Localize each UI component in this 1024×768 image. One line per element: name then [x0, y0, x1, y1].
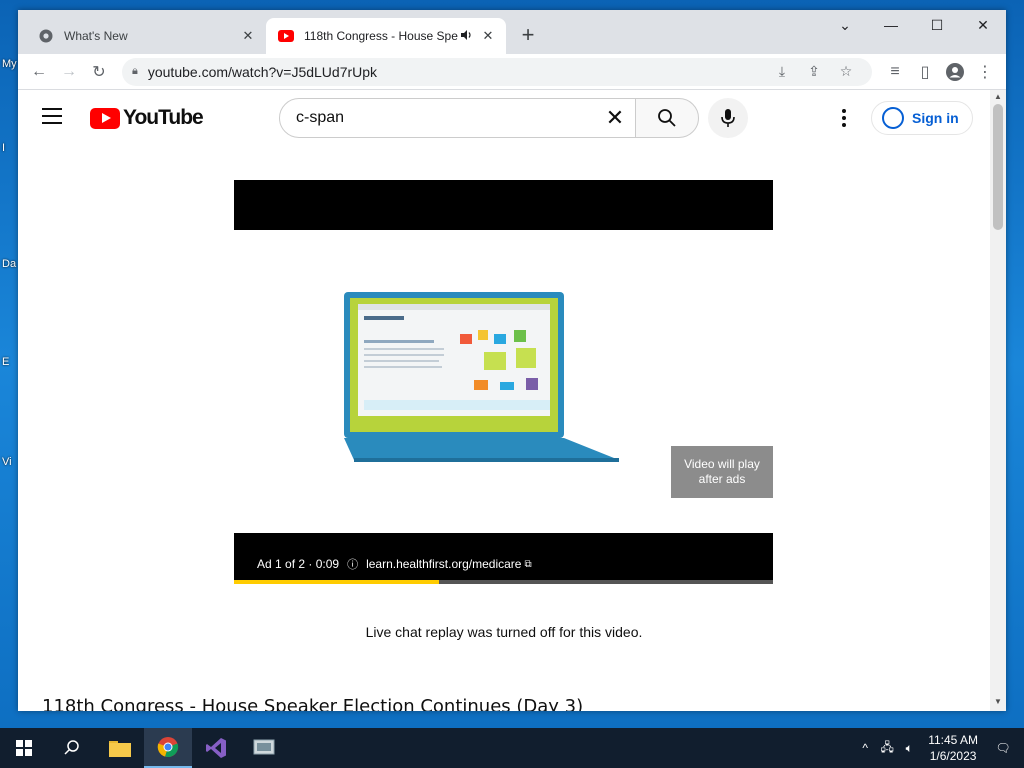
ad-progress-bar[interactable] — [234, 580, 773, 584]
bookmark-star-icon[interactable]: ☆ — [830, 63, 862, 80]
maximize-button[interactable]: ☐ — [914, 10, 960, 40]
show-hidden-icons-icon[interactable]: ^ — [854, 741, 876, 755]
guide-menu-icon[interactable] — [42, 108, 62, 124]
video-player[interactable]: Video will play after ads Ad 1 of 2 · 0:… — [234, 180, 773, 584]
tab-title: What's New — [64, 29, 128, 43]
side-panel-icon[interactable]: ▯ — [910, 58, 940, 86]
browser-toolbar: ← → ↻ 🔒︎ youtube.com/watch?v=J5dLUd7rUpk… — [18, 54, 1006, 90]
taskbar-search-icon[interactable] — [48, 728, 96, 768]
youtube-favicon-icon — [278, 28, 294, 44]
profile-avatar-icon[interactable] — [940, 58, 970, 86]
scroll-up-arrow-icon[interactable]: ▲ — [990, 92, 1006, 104]
media-control-icon[interactable]: ≡ — [880, 58, 910, 86]
volume-icon[interactable]: 🔈︎ — [898, 741, 920, 756]
desktop-icon-label[interactable]: Vi — [2, 456, 12, 468]
install-app-icon[interactable]: ⤓ — [766, 63, 798, 80]
new-tab-button[interactable]: + — [516, 24, 540, 48]
network-icon[interactable]: 🖧︎ — [876, 738, 898, 759]
system-tray: ^ 🖧︎ 🔈︎ 11:45 AM 1/6/2023 🗨︎ — [854, 728, 1024, 768]
tab-whats-new[interactable]: What's New ✕ — [26, 18, 266, 54]
desktop-icon-label[interactable]: My — [2, 58, 17, 70]
sign-in-button[interactable]: Sign in — [871, 101, 973, 135]
tab-title: 118th Congress - House Spe — [304, 29, 458, 43]
file-explorer-icon[interactable] — [96, 728, 144, 768]
browser-menu-icon[interactable]: ⋮ — [970, 58, 1000, 86]
search-icon — [658, 109, 676, 127]
windows-logo-icon — [16, 740, 32, 756]
address-bar[interactable]: 🔒︎ youtube.com/watch?v=J5dLUd7rUpk ⤓ ⇪ ☆ — [122, 57, 872, 86]
youtube-wordmark: YouTube — [123, 106, 204, 129]
ad-laptop-image — [344, 292, 619, 462]
clock[interactable]: 11:45 AM 1/6/2023 — [928, 732, 978, 764]
youtube-logo[interactable]: YouTube — [90, 106, 204, 130]
youtube-page: YouTube c-span ✕ Sign in Video will play… — [18, 90, 990, 711]
start-button[interactable] — [0, 728, 48, 768]
share-icon[interactable]: ⇪ — [798, 63, 830, 80]
microphone-icon — [721, 109, 735, 127]
sign-in-label: Sign in — [912, 110, 959, 126]
browser-window: What's New ✕ 118th Congress - House Spe … — [18, 10, 1006, 711]
desktop-icon-label[interactable]: Da — [2, 258, 16, 270]
tab-search-icon[interactable]: ⌄ — [822, 10, 868, 40]
account-icon — [882, 107, 904, 129]
voice-search-button[interactable] — [708, 98, 748, 138]
video-title: 118th Congress - House Speaker Election … — [42, 696, 584, 711]
close-tab-icon[interactable]: ✕ — [480, 28, 496, 44]
video-will-play-after-ads: Video will play after ads — [671, 446, 773, 498]
lock-icon[interactable]: 🔒︎ — [132, 65, 138, 78]
windows-taskbar: ^ 🖧︎ 🔈︎ 11:45 AM 1/6/2023 🗨︎ — [0, 728, 1024, 768]
settings-more-icon[interactable] — [832, 106, 856, 130]
visual-studio-icon[interactable] — [192, 728, 240, 768]
chrome-taskbar-icon[interactable] — [144, 728, 192, 768]
scroll-down-arrow-icon[interactable]: ▼ — [990, 697, 1006, 709]
info-icon[interactable]: ⓘ — [347, 556, 358, 572]
ad-info: Ad 1 of 2 · 0:09 ⓘ learn.healthfirst.org… — [257, 556, 532, 572]
reload-button[interactable]: ↻ — [84, 58, 114, 86]
scrollbar-thumb[interactable] — [993, 104, 1003, 230]
tab-youtube[interactable]: 118th Congress - House Spe ✕ — [266, 18, 506, 54]
ad-counter: Ad 1 of 2 · 0:09 — [257, 557, 340, 571]
close-tab-icon[interactable]: ✕ — [240, 28, 256, 44]
clock-time: 11:45 AM — [928, 733, 978, 747]
ad-link[interactable]: learn.healthfirst.org/medicare — [366, 557, 521, 571]
tab-strip: What's New ✕ 118th Congress - House Spe … — [18, 10, 1006, 54]
clear-search-icon[interactable]: ✕ — [595, 105, 635, 131]
search-query[interactable]: c-span — [296, 109, 595, 127]
desktop-icon-label[interactable]: E — [2, 356, 9, 368]
chrome-icon — [38, 28, 54, 44]
notifications-icon[interactable]: 🗨︎ — [992, 741, 1014, 755]
close-window-button[interactable]: ✕ — [960, 10, 1006, 40]
player-top-bar — [234, 180, 773, 230]
back-button[interactable]: ← — [24, 58, 54, 86]
minimize-button[interactable]: — — [868, 10, 914, 40]
search-input[interactable]: c-span ✕ — [279, 98, 636, 138]
youtube-header: YouTube c-span ✕ Sign in — [18, 90, 990, 146]
url-text[interactable]: youtube.com/watch?v=J5dLUd7rUpk — [148, 64, 766, 80]
ad-progress-fill — [234, 580, 439, 584]
page-scrollbar[interactable]: ▲ ▼ — [990, 90, 1006, 711]
audio-playing-icon[interactable] — [460, 29, 472, 44]
search-button[interactable] — [635, 98, 699, 138]
external-link-icon[interactable]: ⧉ — [524, 559, 531, 570]
app-taskbar-icon[interactable] — [240, 728, 288, 768]
desktop-icon-label[interactable]: I — [2, 142, 5, 154]
clock-date: 1/6/2023 — [929, 749, 977, 763]
youtube-play-icon — [90, 107, 120, 129]
forward-button[interactable]: → — [54, 58, 84, 86]
live-chat-notice: Live chat replay was turned off for this… — [365, 624, 643, 640]
